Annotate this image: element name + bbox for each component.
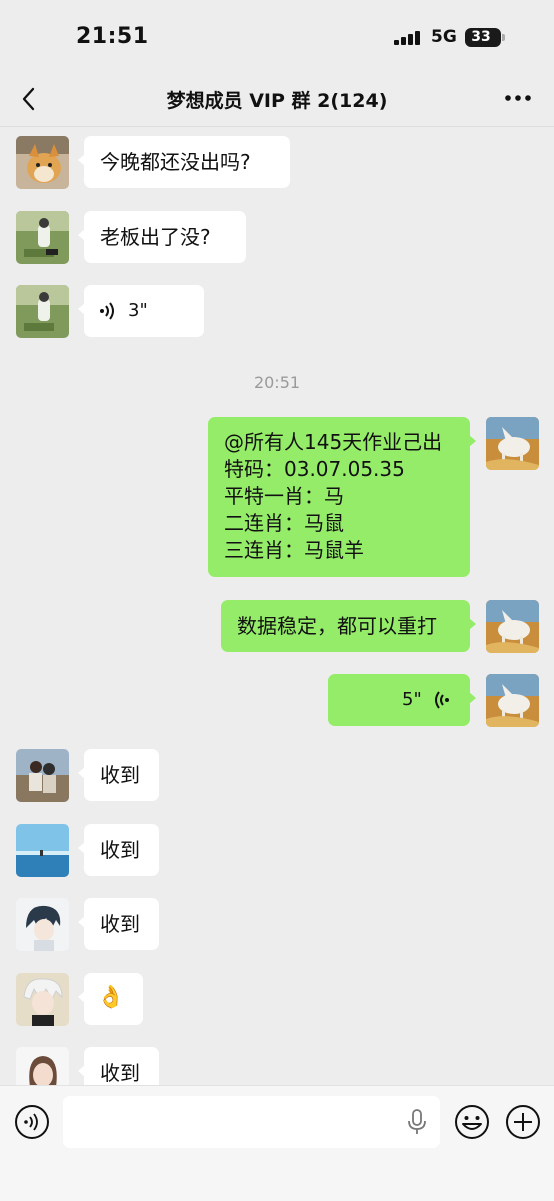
more-icon — [505, 95, 531, 101]
my-avatar[interactable] — [486, 674, 539, 727]
battery-icon: 33 — [465, 28, 505, 47]
more-button[interactable] — [504, 84, 532, 112]
message-text: 收到 — [100, 763, 140, 787]
input-bar — [0, 1085, 554, 1201]
avatar[interactable] — [16, 211, 69, 264]
cellular-signal-icon — [394, 31, 422, 45]
message-bubble[interactable]: 老板出了没? — [78, 211, 246, 263]
voice-wave-icon — [435, 691, 449, 709]
chat-timestamp: 20:51 — [253, 373, 301, 392]
message-input[interactable] — [63, 1096, 440, 1148]
my-avatar[interactable] — [486, 600, 539, 653]
battery-level: 33 — [471, 29, 491, 45]
message-bubble[interactable]: 今晚都还没出吗? — [78, 136, 290, 188]
message-bubble[interactable]: 👌 — [78, 973, 143, 1025]
message-text: 收到 — [100, 1061, 140, 1085]
avatar[interactable] — [16, 973, 69, 1026]
avatar[interactable] — [16, 285, 69, 338]
message-line: 二连肖：马鼠 — [224, 511, 344, 535]
message-bubble[interactable]: 数据稳定，都可以重打 — [221, 600, 476, 652]
voice-duration: 5" — [402, 689, 422, 710]
message-text: 👌 — [97, 985, 125, 1010]
message-text: 收到 — [100, 912, 140, 936]
message-bubble[interactable]: 收到 — [78, 824, 159, 876]
message-text: 收到 — [100, 838, 140, 862]
message-bubble[interactable]: 收到 — [78, 898, 159, 950]
message-bubble[interactable]: @所有人145天作业己出 特码：03.07.05.35 平特一肖：马 二连肖：马… — [208, 417, 476, 577]
avatar[interactable] — [16, 136, 69, 189]
my-avatar[interactable] — [486, 417, 539, 470]
avatar[interactable] — [16, 824, 69, 877]
message-bubble[interactable]: 收到 — [78, 1047, 159, 1085]
avatar[interactable] — [16, 898, 69, 951]
voice-message[interactable]: 3" — [78, 285, 204, 337]
message-list[interactable]: 今晚都还没出吗? 老板出了没? 3" 20:51 @所有人145天作业己出 特码… — [0, 127, 554, 1085]
status-bar: 21:51 5G 33 — [0, 0, 554, 74]
chat-title: 梦想成员 VIP 群 2(124) — [166, 90, 388, 112]
emoji-icon[interactable] — [454, 1104, 490, 1140]
message-bubble[interactable]: 收到 — [78, 749, 159, 801]
voice-message[interactable]: 5" — [328, 674, 476, 726]
microphone-icon[interactable] — [406, 1109, 428, 1135]
voice-wave-icon — [100, 302, 114, 320]
voice-input-icon[interactable] — [14, 1104, 50, 1140]
message-line: 平特一肖：马 — [224, 484, 344, 508]
chat-header: 梦想成员 VIP 群 2(124) — [0, 74, 554, 127]
message-line: 特码：03.07.05.35 — [224, 457, 405, 481]
network-type: 5G — [431, 27, 457, 47]
voice-duration: 3" — [128, 300, 148, 321]
message-text: 数据稳定，都可以重打 — [237, 614, 437, 638]
message-line: @所有人145天作业己出 — [224, 430, 443, 454]
status-time: 21:51 — [76, 24, 149, 49]
avatar[interactable] — [16, 1047, 69, 1085]
avatar[interactable] — [16, 749, 69, 802]
message-line: 三连肖：马鼠羊 — [224, 538, 364, 562]
message-text: 今晚都还没出吗? — [100, 150, 251, 174]
plus-icon[interactable] — [505, 1104, 541, 1140]
message-text: 老板出了没? — [100, 225, 211, 249]
